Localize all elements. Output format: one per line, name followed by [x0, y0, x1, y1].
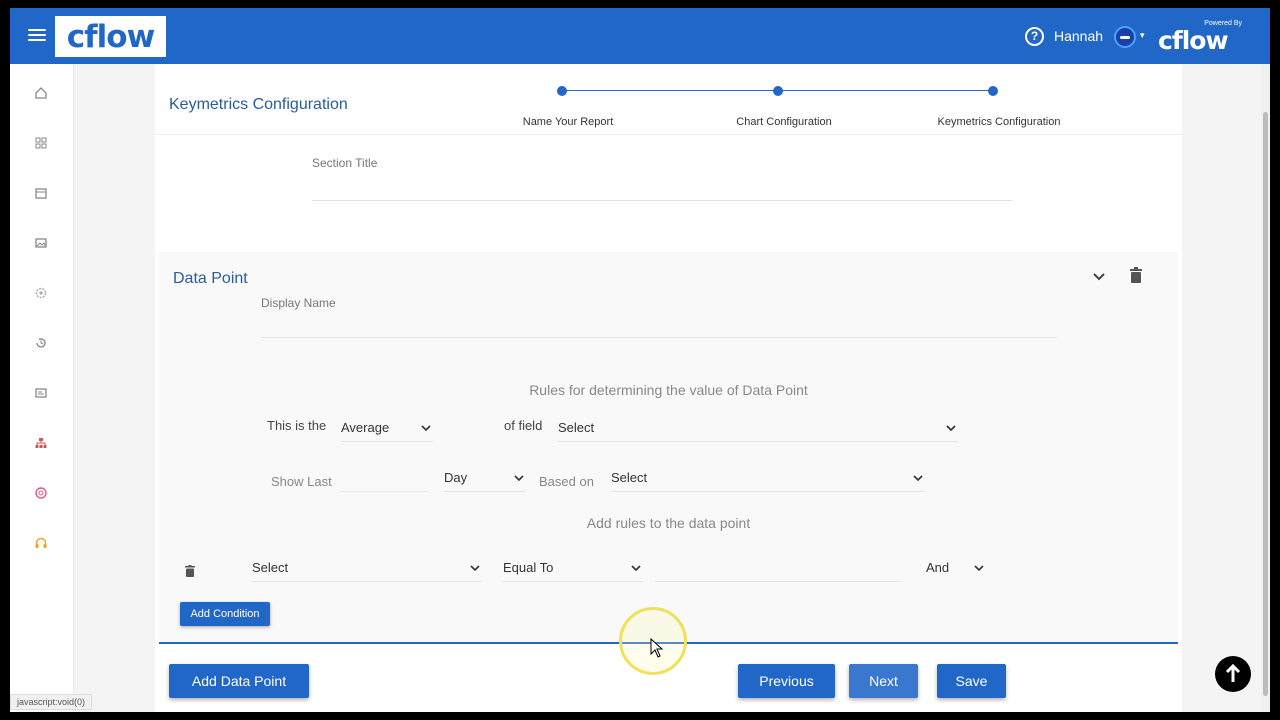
sidebar: [10, 64, 74, 712]
add-condition-button[interactable]: Add Condition: [180, 602, 270, 626]
chevron-down-icon[interactable]: [1090, 268, 1108, 286]
powered-by-logo: cflow: [1158, 26, 1229, 55]
top-navbar: cflow ? Hannah ▾ Powered By cflow: [10, 8, 1270, 64]
avatar[interactable]: [1114, 26, 1136, 48]
this-is-the-label: This is the: [267, 418, 327, 433]
grid-icon[interactable]: [34, 136, 48, 150]
show-last-label: Show Last: [271, 474, 332, 489]
condition-join-value: And: [926, 560, 950, 575]
rules-heading: Rules for determining the value of Data …: [529, 382, 808, 398]
help-circle-icon[interactable]: ?: [1025, 27, 1044, 46]
aggregate-select[interactable]: Average: [341, 416, 433, 442]
step-dot-keymetrics-configuration[interactable]: [988, 86, 998, 96]
headset-icon[interactable]: [34, 536, 48, 550]
field-select-value: Select: [558, 420, 595, 435]
section-title-label: Section Title: [312, 156, 378, 170]
period-select-value: Day: [444, 470, 468, 485]
home-icon[interactable]: [34, 86, 48, 100]
history-icon[interactable]: [34, 336, 48, 350]
display-name-label: Display Name: [261, 296, 336, 310]
chevron-down-icon: [913, 475, 923, 482]
chevron-down-icon: [631, 565, 641, 572]
scroll-to-top-button[interactable]: [1215, 656, 1251, 692]
chevron-down-icon: [470, 565, 480, 572]
logo-text: cflow: [66, 18, 155, 55]
of-field-label: of field: [504, 418, 543, 433]
display-name-input[interactable]: [261, 316, 1057, 338]
save-button[interactable]: Save: [937, 664, 1006, 698]
arrow-up-icon: [1225, 664, 1241, 682]
next-button[interactable]: Next: [849, 664, 918, 698]
previous-button[interactable]: Previous: [738, 664, 835, 698]
condition-field-select[interactable]: Select: [252, 556, 482, 582]
data-point-card: Data Point Display Name Rules for determ…: [159, 252, 1178, 644]
divider: [155, 134, 1182, 135]
add-rules-heading: Add rules to the data point: [586, 515, 751, 531]
chevron-down-icon: [946, 425, 956, 432]
sitemap-icon[interactable]: [34, 436, 48, 450]
settings-icon[interactable]: [34, 286, 48, 300]
based-on-select-value: Select: [611, 470, 648, 485]
trash-icon[interactable]: [1129, 267, 1143, 283]
mouse-cursor-icon: [650, 638, 664, 658]
condition-operator-value: Equal To: [503, 560, 554, 575]
step-label-name-your-report[interactable]: Name Your Report: [488, 116, 648, 128]
based-on-label: Based on: [539, 474, 594, 489]
step-label-chart-configuration[interactable]: Chart Configuration: [704, 116, 864, 128]
image-icon[interactable]: [34, 236, 48, 250]
condition-join-select[interactable]: And: [926, 556, 986, 582]
condition-value-input[interactable]: [655, 556, 901, 582]
step-dot-name-your-report[interactable]: [557, 86, 567, 96]
cflow-logo[interactable]: cflow: [55, 16, 166, 57]
chevron-down-icon: [514, 475, 524, 482]
chevron-down-icon[interactable]: ▾: [1140, 30, 1145, 41]
page-title: Keymetrics Configuration: [169, 96, 348, 113]
lifebuoy-icon[interactable]: [34, 486, 48, 500]
trash-icon[interactable]: [185, 564, 195, 577]
browser-status-bar: javascript:void(0): [10, 694, 93, 710]
period-select[interactable]: Day: [444, 466, 526, 492]
hamburger-menu-icon[interactable]: [28, 26, 46, 44]
app-frame: cflow ? Hannah ▾ Powered By cflow Keymet…: [10, 8, 1270, 712]
scrollbar-thumb[interactable]: [1263, 112, 1268, 696]
show-last-input[interactable]: [341, 466, 427, 492]
section-title-input[interactable]: [312, 179, 1012, 201]
calendar-icon[interactable]: [34, 186, 48, 200]
chevron-down-icon: [421, 425, 431, 432]
condition-operator-select[interactable]: Equal To: [503, 556, 643, 582]
id-card-icon[interactable]: [34, 386, 48, 400]
add-data-point-button[interactable]: Add Data Point: [169, 664, 309, 698]
field-select[interactable]: Select: [558, 416, 958, 442]
condition-field-value: Select: [252, 560, 289, 575]
based-on-select[interactable]: Select: [611, 466, 925, 492]
step-dot-chart-configuration[interactable]: [773, 86, 783, 96]
step-label-keymetrics-configuration[interactable]: Keymetrics Configuration: [919, 116, 1079, 128]
aggregate-select-value: Average: [341, 420, 390, 435]
chevron-down-icon: [974, 565, 984, 572]
user-name[interactable]: Hannah: [1054, 28, 1103, 44]
data-point-title: Data Point: [173, 270, 248, 287]
